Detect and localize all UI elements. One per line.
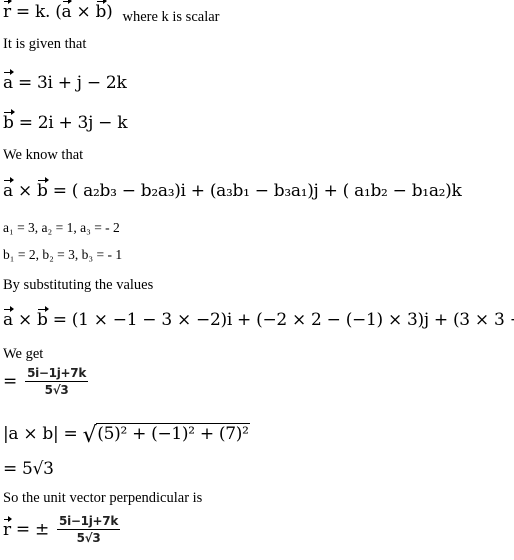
- radicand: (5)² + (−1)² + (7)²: [96, 423, 250, 444]
- vector-r: r: [3, 0, 12, 22]
- components-b: b₁ = 2, b₂ = 3, b₃ = - 1: [3, 247, 123, 262]
- equation-r-definition: r = k. (a × b) where k is scalar: [3, 0, 220, 25]
- equation-vector-b: b = 2i + 3j − k: [3, 109, 128, 133]
- vector-b: b: [3, 109, 15, 133]
- vector-b: b: [37, 306, 49, 330]
- vector-a: a: [3, 306, 14, 330]
- text-substituting: By substituting the values: [3, 277, 154, 293]
- equation-cross-product-formula: a × b = ( a₂b₃ − b₂a₃)i + (a₃b₁ − b₃a₁)j…: [3, 177, 462, 201]
- components-a: a₁ = 3, a₂ = 1, a₃ = - 2: [3, 220, 120, 235]
- equation-unit-vector: r = ± 5i−1j+7k 5√3: [3, 514, 121, 545]
- equation-magnitude: |a × b| = √(5)² + (−1)² + (7)²: [3, 423, 250, 448]
- text-we-get: We get: [3, 346, 44, 362]
- vector-b: b: [37, 177, 49, 201]
- fraction-denominator: 5√3: [76, 531, 101, 545]
- vector-b: b: [95, 0, 107, 22]
- text-we-know: We know that: [3, 147, 84, 163]
- vector-a: a: [61, 0, 73, 22]
- equation-result-fraction: = 5i−1j+7k 5√3: [3, 366, 89, 397]
- vector-r: r: [3, 515, 12, 540]
- fraction: 5i−1j+7k 5√3: [57, 514, 121, 545]
- text-unit-vector: So the unit vector perpendicular is: [3, 490, 203, 506]
- scalar-note: where k is scalar: [122, 9, 220, 25]
- equation-substitution: a × b = (1 × −1 − 3 × −2)i + (−2 × 2 − (…: [3, 306, 514, 330]
- fraction-numerator: 5i−1j+7k: [25, 366, 89, 382]
- fraction-numerator: 5i−1j+7k: [57, 514, 121, 530]
- text-given: It is given that: [3, 36, 87, 52]
- vector-a: a: [3, 69, 14, 93]
- equation-vector-a: a = 3i + j − 2k: [3, 69, 127, 93]
- equation-magnitude-value: = 5√3: [3, 459, 54, 479]
- radical-sign: √: [82, 423, 97, 448]
- fraction: 5i−1j+7k 5√3: [25, 366, 89, 397]
- fraction-denominator: 5√3: [44, 383, 69, 397]
- vector-a: a: [3, 177, 14, 201]
